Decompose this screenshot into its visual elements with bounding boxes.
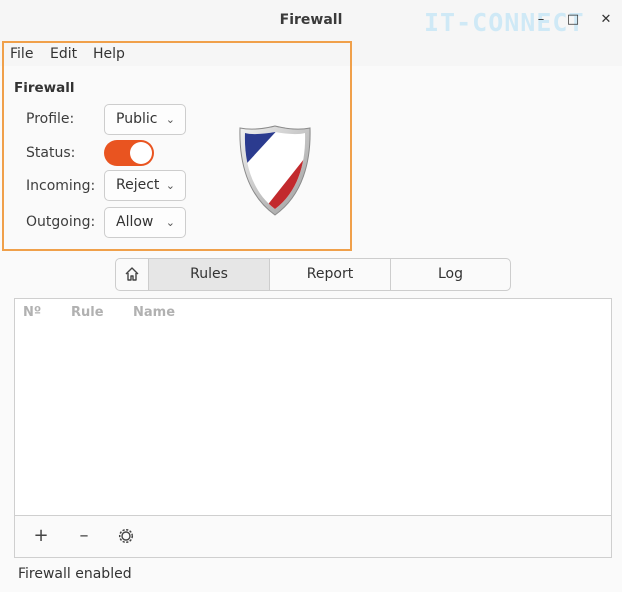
profile-label: Profile:	[26, 111, 75, 127]
incoming-dropdown[interactable]: Reject ⌄	[104, 170, 186, 201]
close-button[interactable]: ✕	[596, 10, 616, 30]
shield-icon	[239, 125, 311, 216]
outgoing-value: Allow	[116, 214, 154, 230]
minimize-button[interactable]: –	[531, 10, 551, 30]
tab-log[interactable]: Log	[391, 259, 510, 290]
chevron-down-icon: ⌄	[165, 113, 175, 126]
tab-rules[interactable]: Rules	[149, 259, 270, 290]
incoming-value: Reject	[116, 177, 160, 193]
rules-table[interactable]: Nº Rule Name	[14, 298, 612, 516]
title-bar: Firewall IT-CONNECT – □ ✕	[0, 0, 622, 43]
chevron-down-icon: ⌄	[165, 216, 175, 229]
toggle-knob	[130, 142, 152, 164]
column-header-name[interactable]: Name	[133, 305, 175, 320]
column-header-rule[interactable]: Rule	[71, 305, 104, 320]
maximize-button[interactable]: □	[563, 10, 583, 30]
gear-icon	[118, 528, 134, 544]
remove-rule-button[interactable]: –	[72, 524, 96, 548]
chevron-down-icon: ⌄	[165, 179, 175, 192]
tab-report[interactable]: Report	[270, 259, 391, 290]
firewall-heading: Firewall	[14, 80, 75, 96]
profile-value: Public	[116, 111, 158, 127]
home-icon	[125, 267, 139, 281]
outgoing-dropdown[interactable]: Allow ⌄	[104, 207, 186, 238]
status-toggle[interactable]	[104, 140, 154, 166]
status-label: Status:	[26, 145, 76, 161]
watermark-logo: IT-CONNECT	[424, 8, 585, 37]
rules-toolbar: + –	[14, 516, 612, 558]
settings-button[interactable]	[114, 524, 138, 548]
outgoing-label: Outgoing:	[26, 214, 96, 230]
column-header-number[interactable]: Nº	[23, 305, 41, 320]
add-rule-button[interactable]: +	[29, 524, 53, 548]
profile-dropdown[interactable]: Public ⌄	[104, 104, 186, 135]
tab-bar: Rules Report Log	[115, 258, 511, 291]
status-message: Firewall enabled	[18, 566, 132, 582]
tab-home[interactable]	[116, 259, 149, 290]
incoming-label: Incoming:	[26, 178, 96, 194]
